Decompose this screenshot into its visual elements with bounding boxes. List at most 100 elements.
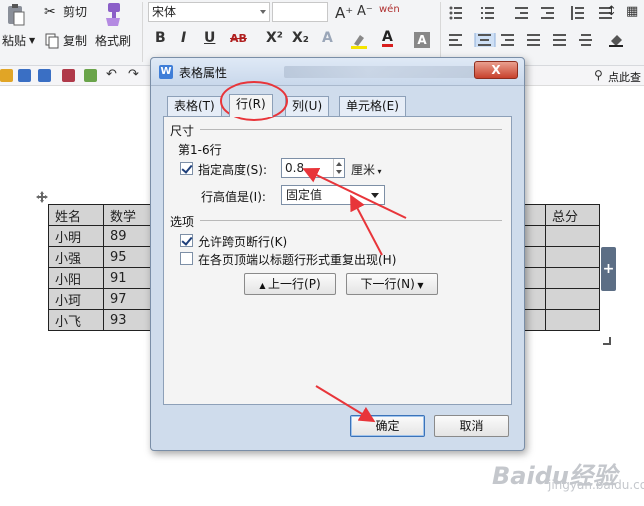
font-size-select[interactable] [272,2,328,22]
table-resize-handle-icon[interactable] [603,337,611,345]
table-cell[interactable]: 小阳 [48,267,104,289]
underline-button[interactable]: U [204,30,215,46]
borders-icon[interactable]: ▦ [626,4,638,19]
chevron-down-icon [371,193,379,198]
scissors-icon: ✂ [44,3,56,20]
font-color-button[interactable]: A [382,30,393,47]
search-icon[interactable]: ⚲ [594,68,603,82]
bold-button[interactable]: B [155,30,166,46]
previous-row-button[interactable]: ▲ 上一行(P) [244,273,336,295]
format-painter-label: 格式刷 [95,34,132,48]
section-divider [200,129,502,130]
paragraph-list-icons[interactable] [449,6,629,20]
cancel-button[interactable]: 取消 [434,415,509,437]
cut-label: 剪切 [63,5,88,19]
quick-search-label[interactable]: 点此查 [608,69,641,85]
font-shrink-button[interactable]: A⁻ [357,4,373,19]
table-cell[interactable] [545,225,600,247]
format-painter-button[interactable]: 格式刷 [95,32,131,49]
open-folder-icon[interactable] [0,69,13,82]
wps-writer-icon: W [159,65,173,79]
height-unit-value: 厘米 [351,163,376,177]
ribbon-separator [142,2,143,62]
allow-break-checkbox[interactable] [180,234,193,247]
repeat-header-checkbox[interactable] [180,252,193,265]
ok-button[interactable]: 确定 [350,415,425,437]
options-section-heading: 选项 [170,215,195,229]
table-cell[interactable]: 小飞 [48,309,104,331]
font-name-value: 宋体 [152,5,177,19]
table-row: 小珂 97 [48,288,152,310]
format-painter-icon[interactable] [100,2,124,28]
table-cell[interactable] [545,288,600,310]
highlight-icon[interactable] [350,32,367,49]
sort-icon[interactable]: ↕ [606,4,617,19]
table-row: 小明 89 [48,225,152,247]
paste-icon[interactable] [6,3,26,27]
strikethrough-button[interactable]: AB [230,32,247,45]
arrow-down-icon: ▼ [414,281,424,290]
rows-caption: 第1-6行 [178,143,222,157]
alignment-icons[interactable] [449,33,639,47]
undo-icon[interactable]: ↶ [106,67,117,82]
table-cell[interactable]: 95 [103,246,152,268]
tab-table[interactable]: 表格(T) [167,96,222,116]
table-cell[interactable]: 小珂 [48,288,104,310]
table-properties-dialog: W 表格属性 X 表格(T) 行(R) 列(U) 单元格(E) 尺寸 第1-6行… [150,57,525,451]
table-cell[interactable]: 小明 [48,225,104,247]
height-spinner[interactable] [333,159,344,177]
table-cell[interactable]: 89 [103,225,152,247]
allow-break-label: 允许跨页断行(K) [198,235,288,249]
table-cell[interactable]: 97 [103,288,152,310]
table-row: 姓名 数学 [48,204,152,226]
table-move-handle-icon[interactable] [36,191,48,203]
document-table-left[interactable]: 姓名 数学 小明 89 小强 95 小阳 91 小珂 97 小飞 93 [48,204,152,331]
row-height-input[interactable]: 0.8 [281,158,345,178]
italic-button[interactable]: I [181,30,186,46]
height-unit-select[interactable]: 厘米 ▾ [351,161,382,178]
tab-column[interactable]: 列(U) [285,96,330,116]
blurred-document-title [284,66,494,78]
chevron-down-icon [260,10,266,14]
font-name-select[interactable]: 宋体 [148,2,270,22]
arrow-up-icon: ▲ [259,281,269,290]
ribbon-separator [440,2,441,62]
table-cell[interactable]: 小强 [48,246,104,268]
table-cell[interactable]: 91 [103,267,152,289]
next-row-button[interactable]: 下一行(N) ▼ [346,273,438,295]
font-grow-button[interactable]: A⁺ [335,4,353,22]
export-pdf-icon[interactable] [38,69,51,82]
table-cell[interactable] [545,309,600,331]
row-height-mode-value: 固定值 [286,188,323,202]
size-section-heading: 尺寸 [170,124,195,138]
char-shading-icon[interactable]: A [414,32,430,48]
table-row: 小飞 93 [48,309,152,331]
paste-label: 粘贴 [2,34,27,48]
specify-height-checkbox[interactable] [180,162,193,175]
table-cell[interactable]: 93 [103,309,152,331]
cut-button[interactable]: ✂ 剪切 [44,3,87,20]
clear-format-button[interactable]: wén [379,4,400,15]
copy-label: 复制 [63,34,88,48]
section-divider [200,220,502,221]
table-header-cell[interactable]: 数学 [103,204,152,226]
save-icon[interactable] [18,69,31,82]
print-icon[interactable] [62,69,75,82]
tab-row[interactable]: 行(R) [229,94,273,117]
paste-button[interactable]: 粘贴 ▼ [2,32,35,49]
copy-button[interactable]: 复制 [44,32,87,49]
redo-icon[interactable]: ↷ [128,67,139,82]
dialog-titlebar[interactable]: W 表格属性 X [151,58,524,86]
table-cell[interactable] [545,267,600,289]
add-column-plus-icon[interactable]: + [601,247,616,291]
table-cell[interactable] [545,246,600,268]
subscript-button[interactable]: X₂ [292,30,309,46]
tab-cell[interactable]: 单元格(E) [339,96,406,116]
table-header-cell[interactable]: 总分 [545,204,600,226]
print-preview-icon[interactable] [84,69,97,82]
text-effect-button[interactable]: A [322,30,333,46]
row-height-mode-select[interactable]: 固定值 [281,185,385,205]
superscript-button[interactable]: X² [266,30,283,46]
table-header-cell[interactable]: 姓名 [48,204,104,226]
close-button[interactable]: X [474,61,518,79]
